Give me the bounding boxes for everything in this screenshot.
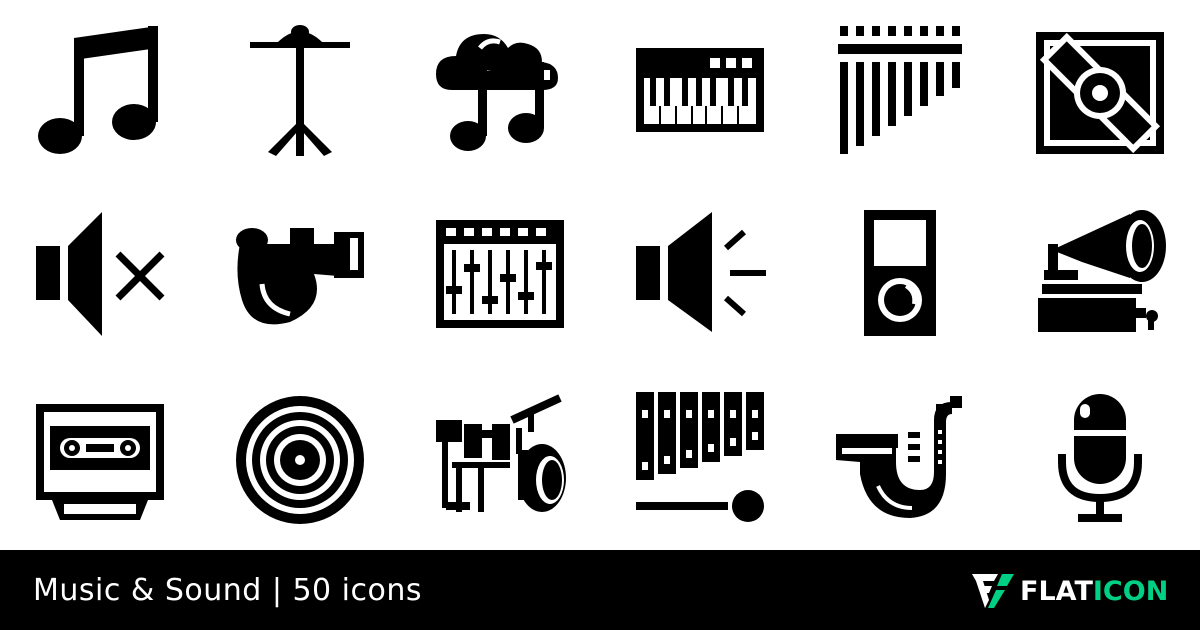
- microphone-icon: [1030, 390, 1170, 530]
- gramophone-icon: [1030, 204, 1170, 344]
- brand-name-part1: FLAT: [1020, 576, 1093, 607]
- pan-flute-icon: [830, 18, 970, 158]
- cassette-tape-icon: [30, 390, 170, 530]
- mixer-console-icon: [430, 204, 570, 344]
- mp3-player-icon: [830, 204, 970, 344]
- speaker-volume-icon: [630, 204, 770, 344]
- brand-name-part2: ICON: [1092, 576, 1169, 607]
- speaker-box-icon: [1030, 18, 1170, 158]
- icon-grid: [0, 0, 1200, 550]
- drum-kit-icon: [430, 390, 570, 530]
- pack-title: Music & Sound | 50 icons: [33, 573, 423, 608]
- keyboard-synth-icon: [630, 18, 770, 158]
- brand-name: FLATICON: [1020, 575, 1168, 609]
- saxophone-icon: [830, 390, 970, 530]
- mute-speaker-icon: [30, 204, 170, 344]
- cymbal-stand-icon: [230, 18, 370, 158]
- vinyl-record-icon: [230, 390, 370, 530]
- cloud-music-icon: [430, 18, 570, 158]
- whistle-icon: [230, 204, 370, 344]
- xylophone-icon: [630, 390, 770, 530]
- music-note-icon: [30, 18, 170, 158]
- flaticon-logo-icon: [972, 574, 1014, 608]
